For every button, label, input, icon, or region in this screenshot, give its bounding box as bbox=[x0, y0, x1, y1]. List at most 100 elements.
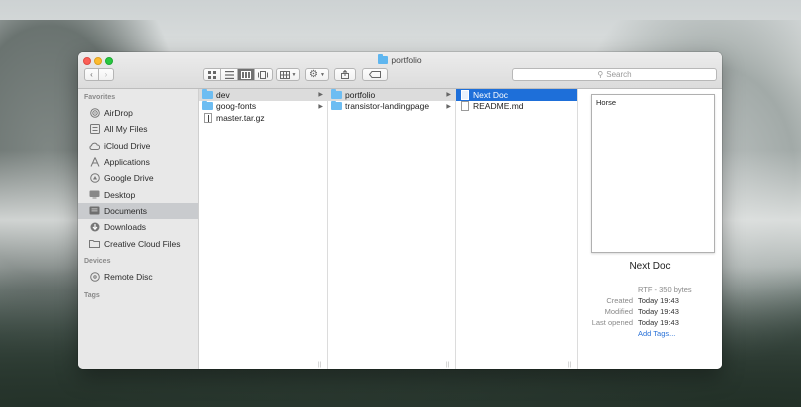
sidebar-item-applications[interactable]: Applications bbox=[78, 154, 198, 170]
sidebar-item-label: All My Files bbox=[104, 124, 148, 135]
preview-content: Horse bbox=[596, 98, 617, 107]
list-view-icon bbox=[224, 70, 234, 79]
item-label: Next Doc bbox=[473, 89, 508, 100]
column-resize-handle[interactable]: || bbox=[318, 362, 324, 368]
folder-icon bbox=[378, 54, 389, 64]
sidebar-item-label: iCloud Drive bbox=[104, 140, 151, 151]
forward-button[interactable]: › bbox=[99, 69, 113, 80]
sidebar-item-airdrop[interactable]: AirDrop bbox=[78, 105, 198, 121]
folder-icon bbox=[331, 89, 342, 99]
icon-view-button[interactable] bbox=[204, 69, 221, 80]
browser-column-2: portfolio ▶ transistor-landingpage ▶ || bbox=[328, 89, 456, 369]
document-icon bbox=[460, 101, 469, 112]
sidebar-item-label: Creative Cloud Files bbox=[104, 238, 181, 249]
list-item[interactable]: transistor-landingpage ▶ bbox=[328, 100, 455, 113]
sidebar-item-desktop[interactable]: Desktop bbox=[78, 186, 198, 202]
folder-icon bbox=[331, 100, 342, 111]
icon-view-icon bbox=[208, 70, 216, 79]
google-drive-icon bbox=[89, 173, 100, 184]
sidebar-item-label: Applications bbox=[104, 157, 150, 168]
list-item[interactable]: dev ▶ bbox=[199, 89, 327, 101]
downloads-icon bbox=[89, 222, 100, 232]
folder-icon bbox=[89, 239, 100, 249]
sidebar-item-label: Remote Disc bbox=[104, 271, 153, 282]
column-view-button[interactable] bbox=[238, 69, 255, 80]
modified-value: Today 19:43 bbox=[638, 307, 679, 316]
action-button[interactable]: ⚙ ▼ bbox=[305, 68, 329, 81]
documents-icon bbox=[89, 206, 100, 216]
airdrop-icon bbox=[89, 108, 100, 118]
add-tags-link[interactable]: Add Tags... bbox=[638, 329, 675, 340]
created-label: Created bbox=[606, 296, 633, 305]
item-label: portfolio bbox=[345, 89, 376, 100]
cover-flow-icon bbox=[258, 70, 269, 79]
sidebar-item-icloud-drive[interactable]: iCloud Drive bbox=[78, 138, 198, 154]
chevron-down-icon: ▼ bbox=[291, 71, 297, 78]
list-item[interactable]: goog-fonts ▶ bbox=[199, 100, 327, 113]
item-label: transistor-landingpage bbox=[345, 101, 430, 112]
created-value: Today 19:43 bbox=[638, 296, 679, 305]
cloud-icon bbox=[89, 141, 100, 151]
browser-column-3: Next Doc README.md || bbox=[456, 89, 578, 369]
view-mode-control bbox=[203, 68, 273, 81]
sidebar-devices-header: Devices bbox=[84, 257, 111, 265]
sidebar-item-remote-disc[interactable]: Remote Disc bbox=[78, 269, 198, 285]
arrange-button[interactable]: ▼ bbox=[276, 68, 300, 81]
search-input[interactable]: ⚲ Search bbox=[512, 68, 717, 81]
sidebar-item-creative-cloud-files[interactable]: Creative Cloud Files bbox=[78, 235, 198, 251]
sidebar-favorites-header: Favorites bbox=[84, 94, 116, 101]
back-button[interactable]: ‹ bbox=[85, 69, 100, 80]
tags-button[interactable] bbox=[362, 68, 388, 81]
column-resize-handle[interactable]: || bbox=[446, 362, 452, 368]
document-icon bbox=[460, 89, 469, 100]
gear-icon: ⚙ bbox=[309, 68, 318, 80]
tag-icon bbox=[369, 71, 381, 78]
sidebar-item-all-my-files[interactable]: All My Files bbox=[78, 121, 198, 137]
search-icon: ⚲ bbox=[597, 70, 604, 79]
preview-file-name: Next Doc bbox=[629, 261, 671, 272]
item-label: README.md bbox=[473, 101, 524, 112]
sidebar-item-downloads[interactable]: Downloads bbox=[78, 219, 198, 235]
list-view-button[interactable] bbox=[221, 69, 238, 80]
sidebar-item-label: AirDrop bbox=[104, 108, 133, 119]
disclosure-arrow-icon: ▶ bbox=[446, 92, 451, 99]
preview-kind: RTF - 350 bytes bbox=[638, 285, 692, 294]
sidebar-item-label: Desktop bbox=[104, 189, 136, 200]
disclosure-arrow-icon: ▶ bbox=[318, 92, 323, 99]
folder-icon bbox=[202, 89, 213, 99]
list-item[interactable]: README.md bbox=[456, 101, 577, 113]
folder-icon bbox=[202, 100, 213, 111]
sidebar: Favorites AirDrop All My Files iCloud Dr… bbox=[78, 89, 199, 369]
last-opened-label: Last opened bbox=[591, 318, 633, 327]
modified-label: Modified bbox=[604, 307, 633, 316]
sidebar-tags-header: Tags bbox=[84, 291, 100, 299]
sidebar-item-google-drive[interactable]: Google Drive bbox=[78, 170, 198, 186]
list-item[interactable]: portfolio ▶ bbox=[328, 89, 455, 101]
share-icon bbox=[341, 70, 349, 79]
title-bar[interactable]: portfolio ‹ › ▼ ⚙ ▼ ⚲ Search bbox=[78, 52, 722, 89]
arrange-grid-icon bbox=[279, 70, 290, 79]
sidebar-item-label: Documents bbox=[104, 205, 147, 216]
chevron-left-icon: ‹ bbox=[90, 70, 93, 79]
window-title-label: portfolio bbox=[391, 55, 422, 65]
preview-info: RTF - 350 bytes Created Today 19:43 Modif… bbox=[578, 285, 722, 340]
finder-window: portfolio ‹ › ▼ ⚙ ▼ ⚲ Search Favorites A… bbox=[78, 52, 722, 369]
sidebar-item-label: Google Drive bbox=[104, 173, 154, 184]
disc-icon bbox=[89, 272, 100, 282]
preview-thumbnail[interactable]: Horse bbox=[591, 94, 715, 253]
item-label: goog-fonts bbox=[216, 101, 257, 112]
window-title: portfolio bbox=[78, 54, 722, 65]
list-item[interactable]: Next Doc bbox=[456, 89, 577, 101]
desktop-icon bbox=[89, 190, 100, 200]
applications-icon bbox=[89, 157, 100, 167]
search-placeholder: Search bbox=[606, 70, 632, 79]
cover-flow-button[interactable] bbox=[255, 69, 272, 80]
sidebar-item-documents[interactable]: Documents bbox=[78, 202, 198, 220]
item-label: master.tar.gz bbox=[216, 112, 265, 123]
share-button[interactable] bbox=[334, 68, 356, 81]
list-item[interactable]: master.tar.gz bbox=[199, 112, 327, 124]
item-label: dev bbox=[216, 89, 230, 100]
sidebar-item-label: Downloads bbox=[104, 222, 147, 233]
column-resize-handle[interactable]: || bbox=[568, 362, 574, 368]
chevron-down-icon: ▼ bbox=[320, 71, 325, 78]
